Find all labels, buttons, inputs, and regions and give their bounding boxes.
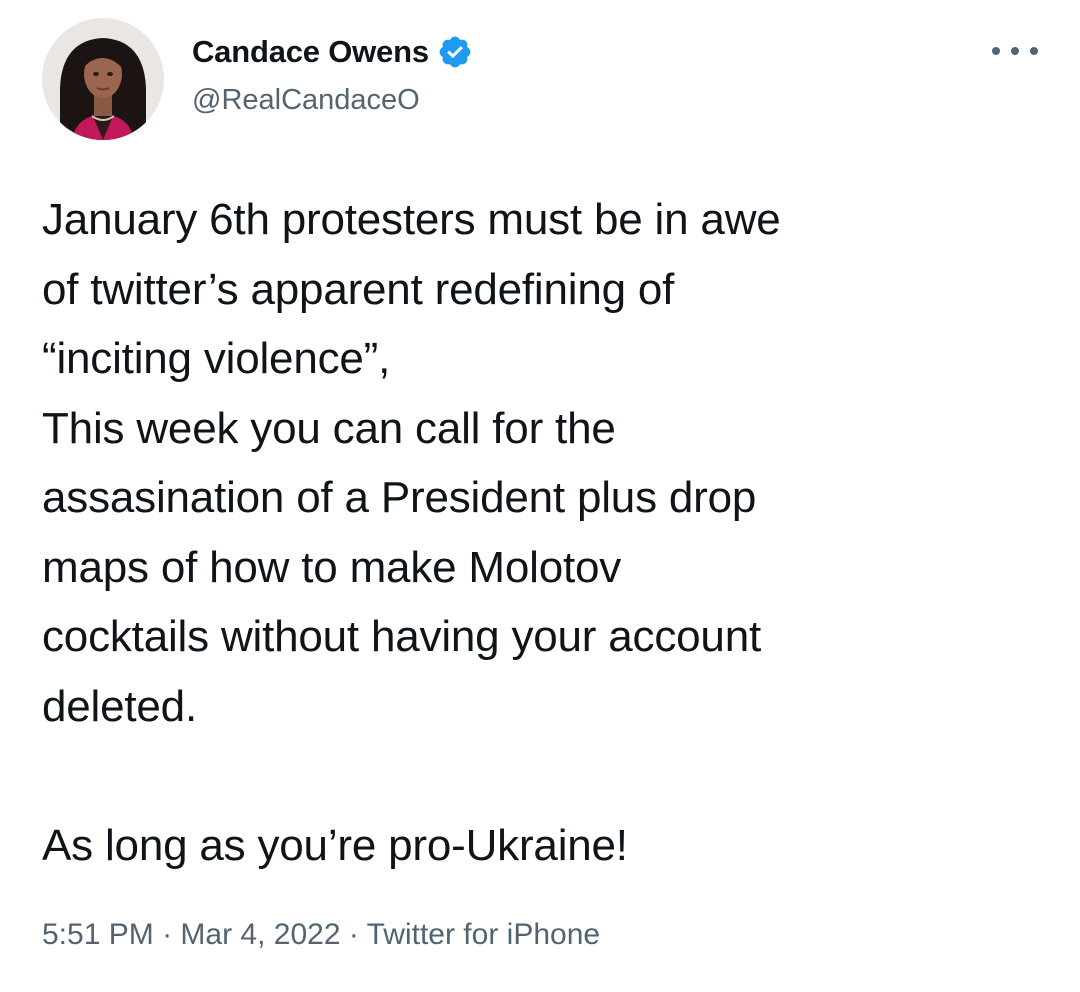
tweet-text-line: of twitter’s apparent redefining of [42,264,675,314]
tweet-metadata: 5:51 PM · Mar 4, 2022 · Twitter for iPho… [42,918,600,952]
meta-separator: · [153,918,181,951]
author-display-name[interactable]: Candace Owens [192,34,429,70]
tweet-source: Twitter for iPhone [366,918,601,951]
tweet-timestamp-date[interactable]: Mar 4, 2022 [180,918,340,951]
tweet-text-line: cocktails without having your account [42,612,761,661]
tweet-card: Candace Owens @RealCandaceO January 6th … [0,0,1080,992]
meta-separator: · [340,918,367,951]
tweet-timestamp-time[interactable]: 5:51 PM [42,918,154,951]
tweet-text-line: January 6th protesters must be in awe [42,195,781,244]
tweet-text-line: As long as you’re pro-Ukraine! [42,820,628,870]
author-name-row: Candace Owens [192,30,473,74]
more-horizontal-icon-dot [992,47,1000,55]
tweet-text-line: deleted. [42,681,197,731]
tweet-text-line: “inciting violence”, [42,334,391,383]
tweet-text: January 6th protesters must be in awe of… [42,185,1052,880]
author-avatar[interactable] [42,18,164,140]
tweet-text-line: assasination of a President plus drop [42,473,757,522]
more-horizontal-icon-dot [1011,47,1019,55]
verified-badge-icon [437,34,473,70]
tweet-text-line: maps of how to make Molotov [42,542,622,592]
tweet-text-line: This week you can call for the [42,403,616,453]
more-horizontal-icon-dot [1030,47,1038,55]
author-handle[interactable]: @RealCandaceO [192,84,420,117]
avatar-image [42,18,164,140]
more-options-button[interactable] [992,36,1038,66]
